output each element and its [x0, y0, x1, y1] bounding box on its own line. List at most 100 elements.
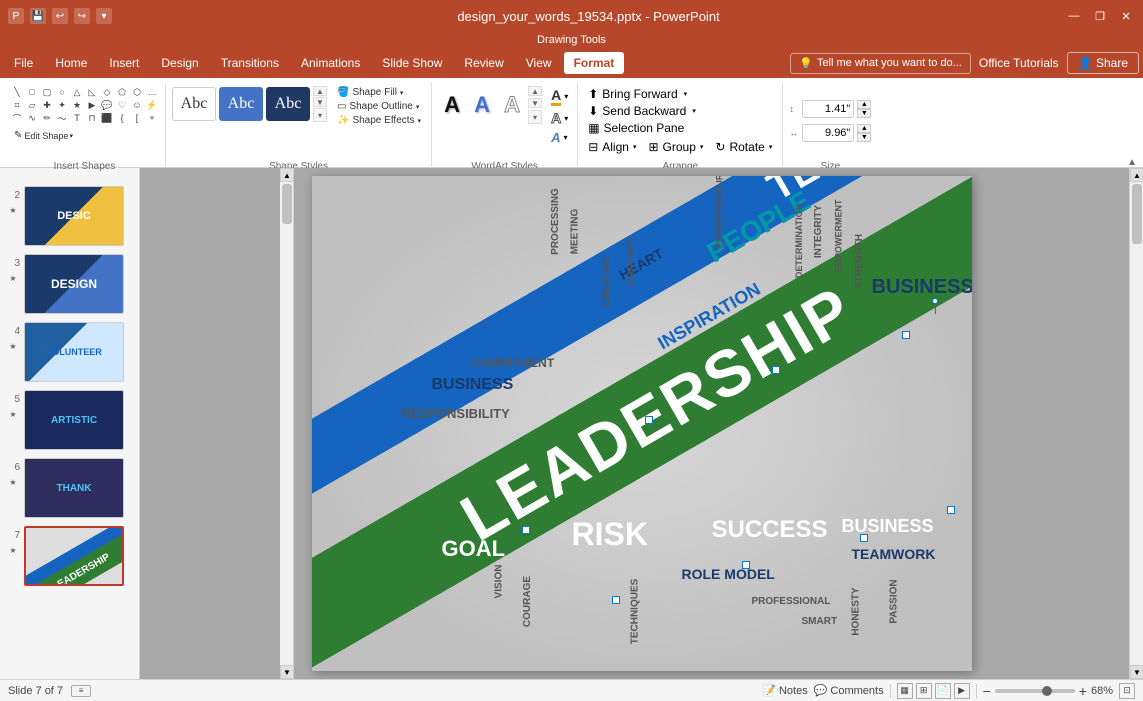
menu-design[interactable]: Design: [151, 52, 208, 74]
slideshow-button[interactable]: ▶: [954, 683, 970, 699]
restore-button[interactable]: ❐: [1091, 7, 1109, 25]
shape-star5[interactable]: ★: [70, 99, 84, 111]
shape-trapezoid[interactable]: ⌗: [10, 99, 24, 111]
handle-tr[interactable]: [902, 331, 910, 339]
shape-arrow[interactable]: ▶: [85, 99, 99, 111]
width-input[interactable]: [802, 124, 854, 142]
wordart-scroll-expand[interactable]: ▾: [528, 110, 542, 124]
shape-hex[interactable]: ⬡: [130, 86, 144, 98]
shape-brace[interactable]: {: [115, 112, 129, 124]
shape-triangle[interactable]: △: [70, 86, 84, 98]
style-scroll-up[interactable]: ▲: [313, 86, 327, 96]
text-effects-button[interactable]: A ▾: [548, 129, 571, 146]
wordart-scroll-down[interactable]: ▼: [528, 98, 542, 108]
height-spin-down[interactable]: ▼: [857, 109, 871, 118]
style-card-3[interactable]: Abc: [266, 87, 310, 121]
style-scroll-expand[interactable]: ▾: [313, 108, 327, 122]
slide-outline-icon[interactable]: ≡: [71, 685, 91, 697]
style-scroll-down[interactable]: ▼: [313, 97, 327, 107]
shape-lightning[interactable]: ⚡: [145, 99, 159, 111]
bring-forward-button[interactable]: ⬆ Bring Forward ▾: [584, 86, 691, 102]
shape-text[interactable]: T: [70, 112, 84, 124]
zoom-plus-button[interactable]: +: [1079, 683, 1087, 699]
customize-icon[interactable]: ▾: [96, 8, 112, 24]
shape-rect[interactable]: □: [25, 86, 39, 98]
notes-button[interactable]: 📝 Notes: [762, 684, 807, 697]
handle-tl[interactable]: [645, 416, 653, 424]
zoom-slider[interactable]: [995, 689, 1075, 693]
send-backward-button[interactable]: ⬇ Send Backward ▾: [584, 103, 700, 119]
shape-arc[interactable]: ⌒: [10, 112, 24, 124]
shape-line[interactable]: ╲: [10, 86, 24, 98]
shape-cube[interactable]: ⬛: [100, 112, 114, 124]
slide-sorter-button[interactable]: ⊞: [916, 683, 932, 699]
text-outline-button[interactable]: A ▾: [548, 109, 571, 127]
edit-shape-button[interactable]: ✎ Edit Shape ▾: [10, 128, 77, 143]
group-button[interactable]: ⊞ Group ▾: [644, 139, 707, 155]
zoom-thumb[interactable]: [1042, 686, 1052, 696]
style-card-1[interactable]: Abc: [172, 87, 216, 121]
width-spin-up[interactable]: ▲: [857, 124, 871, 133]
vscroll-down-button[interactable]: ▼: [1130, 665, 1143, 679]
height-spin-up[interactable]: ▲: [857, 100, 871, 109]
slide-thumb-5[interactable]: 5 ★ ARTISTIC: [4, 388, 135, 452]
tell-me-box[interactable]: 💡 Tell me what you want to do...: [790, 53, 971, 74]
comments-button[interactable]: 💬 Comments: [814, 684, 884, 697]
handle-br[interactable]: [860, 534, 868, 542]
save-icon[interactable]: 💾: [30, 8, 46, 24]
shape-scribble[interactable]: 〜: [55, 112, 69, 124]
scroll-up-button[interactable]: ▲: [280, 168, 294, 182]
menu-review[interactable]: Review: [454, 52, 513, 74]
height-input[interactable]: [802, 100, 854, 118]
menu-view[interactable]: View: [516, 52, 562, 74]
slide-thumb-7[interactable]: 7 ★ LEADERSHIP: [4, 524, 135, 588]
shape-plus2[interactable]: +: [145, 112, 159, 124]
menu-animations[interactable]: Animations: [291, 52, 370, 74]
shape-circle[interactable]: ○: [55, 86, 69, 98]
scroll-down-button[interactable]: ▼: [280, 665, 294, 679]
close-button[interactable]: ✕: [1117, 7, 1135, 25]
menu-slideshow[interactable]: Slide Show: [372, 52, 452, 74]
slide-thumb-6[interactable]: 6 ★ THANK: [4, 456, 135, 520]
vscroll-up-button[interactable]: ▲: [1130, 168, 1143, 182]
share-button[interactable]: 👤 Share: [1067, 52, 1139, 74]
slide-thumb-4[interactable]: 4 ★ VOLUNTEER: [4, 320, 135, 384]
shape-bracket[interactable]: [: [130, 112, 144, 124]
shape-parallelogram[interactable]: ▱: [25, 99, 39, 111]
normal-view-button[interactable]: ▦: [897, 683, 913, 699]
shape-diamond[interactable]: ◇: [100, 86, 114, 98]
zoom-minus-button[interactable]: −: [983, 683, 991, 699]
menu-home[interactable]: Home: [45, 52, 97, 74]
slide-thumb-2[interactable]: 2 ★ DESIC: [4, 184, 135, 248]
shape-rounded-rect[interactable]: ▢: [40, 86, 54, 98]
zoom-level[interactable]: 68%: [1091, 685, 1113, 697]
handle-bm[interactable]: [742, 561, 750, 569]
scroll-thumb[interactable]: [282, 184, 292, 224]
wordart-black-letter[interactable]: A: [438, 88, 466, 122]
vscroll-thumb[interactable]: [1132, 184, 1142, 244]
shape-cylinder[interactable]: ⊓: [85, 112, 99, 124]
text-fill-button[interactable]: A ▾: [548, 86, 571, 107]
handle-mr[interactable]: [947, 506, 955, 514]
minimize-button[interactable]: —: [1065, 7, 1083, 25]
wordart-outline-letter[interactable]: A: [498, 88, 526, 122]
shape-outline-button[interactable]: ▭ Shape Outline ▾: [333, 100, 425, 113]
shape-more[interactable]: …: [145, 86, 159, 98]
width-spin-down[interactable]: ▼: [857, 133, 871, 142]
shape-curve[interactable]: ∿: [25, 112, 39, 124]
shape-freeform[interactable]: ✏: [40, 112, 54, 124]
menu-format[interactable]: Format: [564, 52, 625, 74]
rotate-button[interactable]: ↻ Rotate ▾: [711, 139, 776, 155]
undo-icon[interactable]: ↩: [52, 8, 68, 24]
menu-insert[interactable]: Insert: [99, 52, 149, 74]
fit-to-window-button[interactable]: ⊡: [1119, 683, 1135, 699]
shape-smiley[interactable]: ☺: [130, 99, 144, 111]
handle-ml[interactable]: [522, 526, 530, 534]
wordart-blue-letter[interactable]: A: [468, 88, 496, 122]
shape-fill-button[interactable]: 🪣 Shape Fill ▾: [333, 86, 425, 99]
style-card-2[interactable]: Abc: [219, 87, 263, 121]
shape-pentagon[interactable]: ⬠: [115, 86, 129, 98]
shape-heart[interactable]: ♡: [115, 99, 129, 111]
shape-effects-button[interactable]: ✨ Shape Effects ▾: [333, 114, 425, 127]
reading-view-button[interactable]: 📄: [935, 683, 951, 699]
